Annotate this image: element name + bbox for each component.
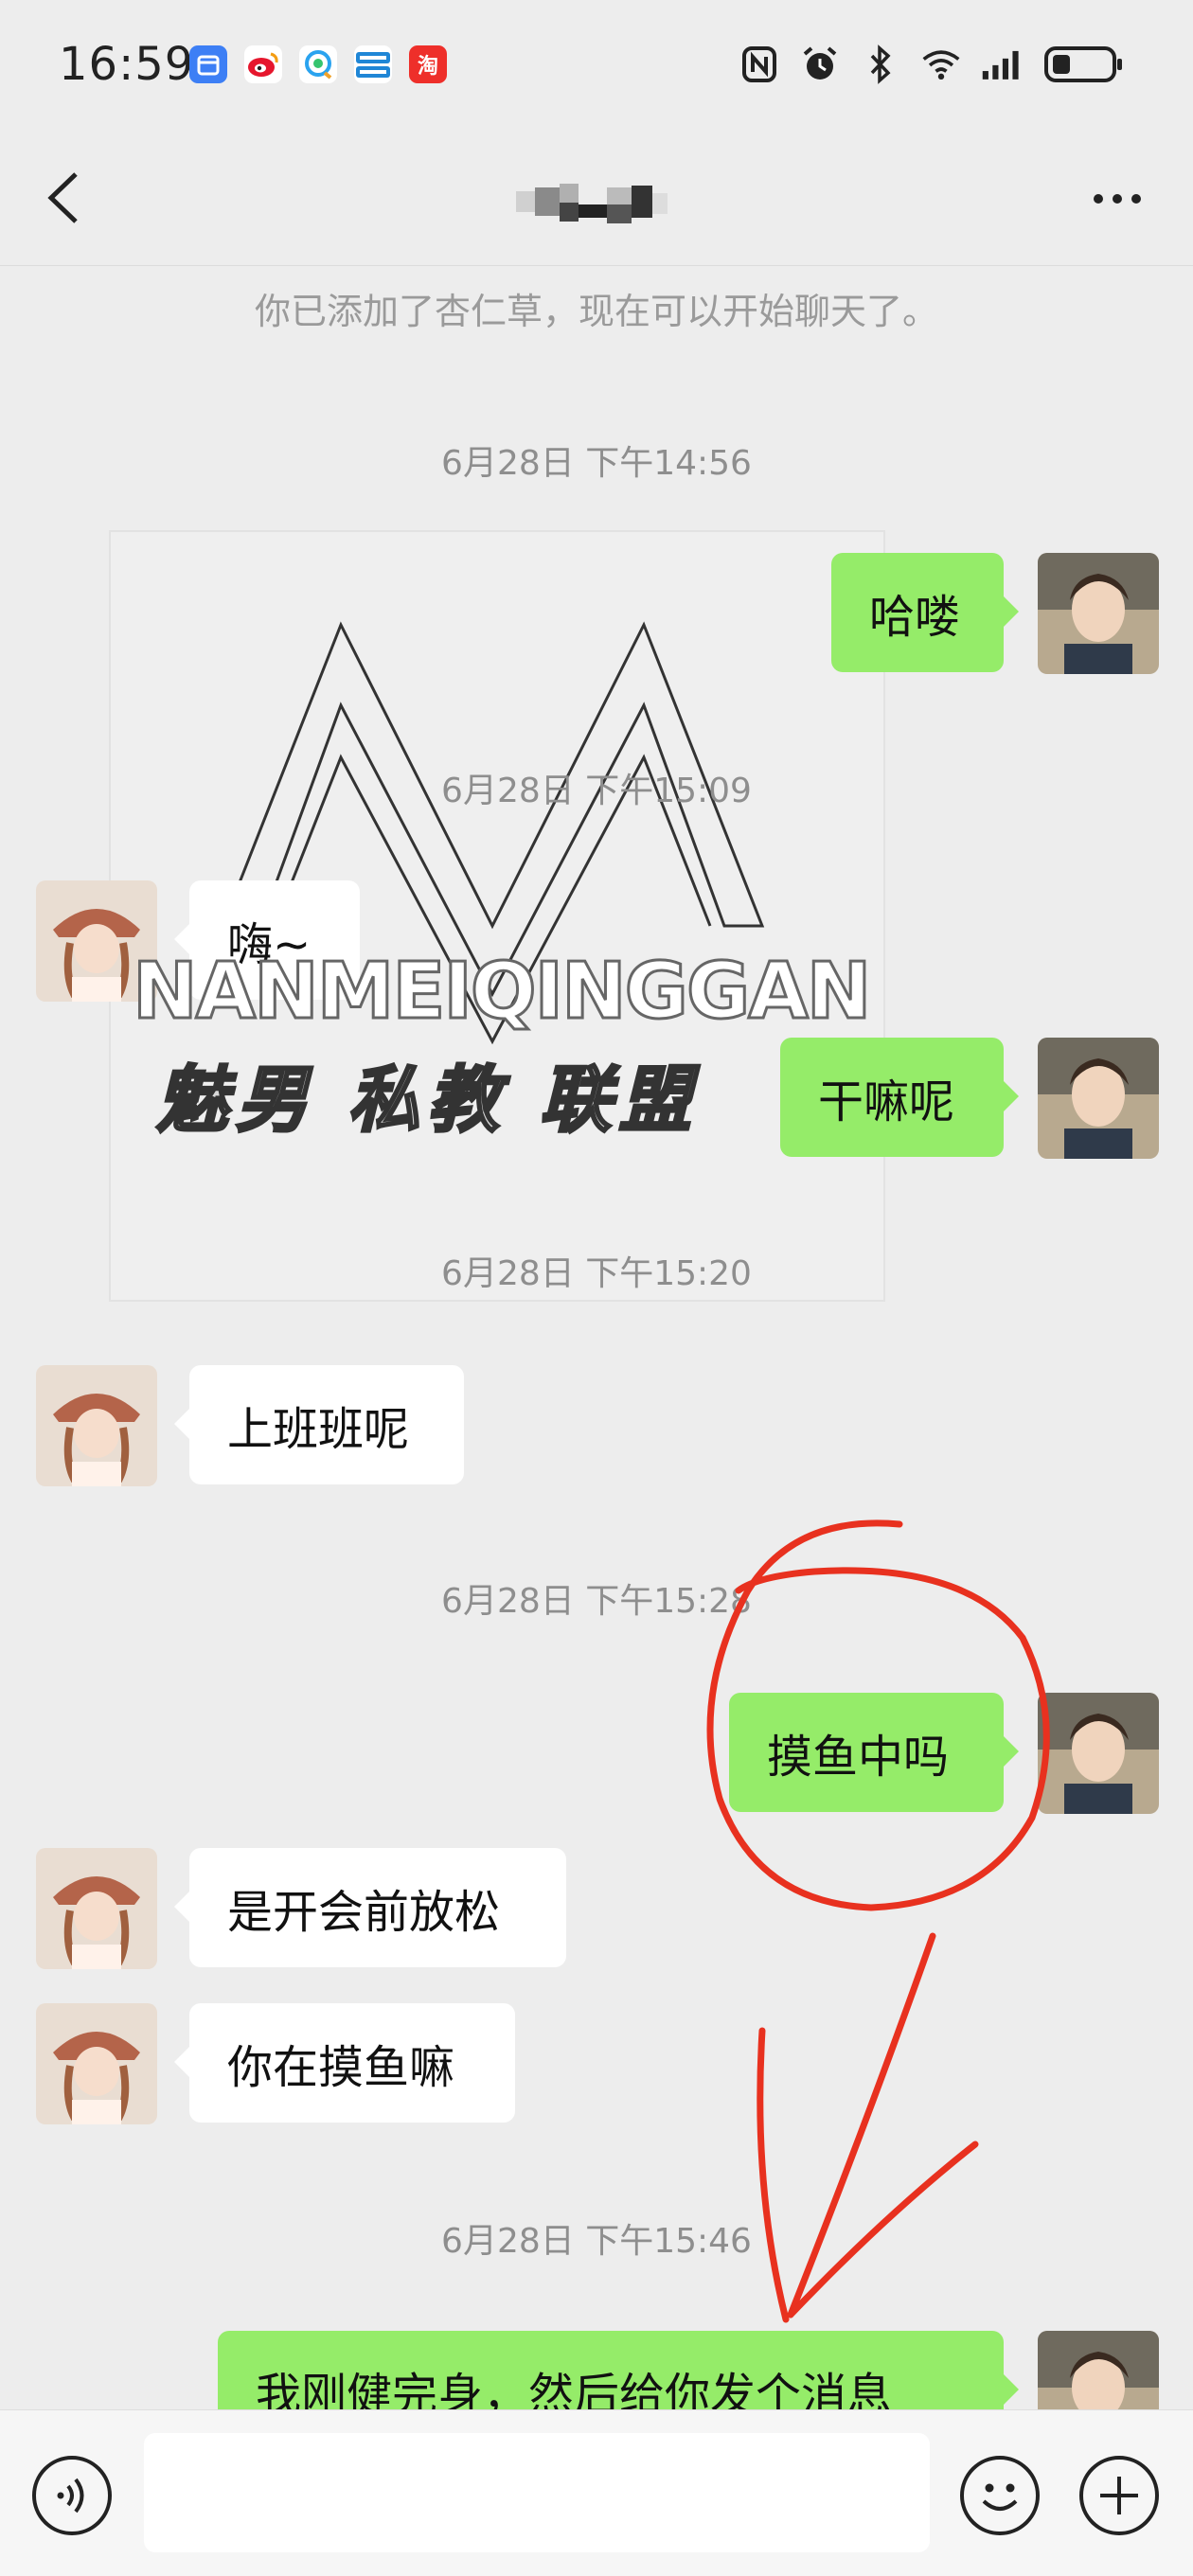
voice-icon [57,2478,84,2514]
my-avatar[interactable] [1038,1038,1159,1159]
timestamp: 6月28日 下午15:09 [441,772,752,810]
watermark-chinese: 魅男 私教 联盟 [155,1057,699,1144]
alarm-icon [799,44,841,85]
wifi-icon [920,44,962,85]
more-dot [1131,194,1141,204]
notification-icons: 淘 [189,45,447,83]
input-bar [0,2409,1193,2576]
battery-icon [1042,44,1127,85]
message-bubble-in[interactable]: 是开会前放松 [174,1848,566,1967]
timestamp: 6月28日 下午14:56 [441,444,752,483]
weibo-icon [244,45,282,83]
message-bubble-out[interactable]: 哈喽 [831,553,1019,672]
watermark-latin: NANMEIQINGGAN [131,946,872,1039]
bluetooth-icon [860,44,901,85]
emoji-button[interactable] [960,2456,1040,2535]
taobao-icon: 淘 [409,45,447,83]
system-notice: 你已添加了杏仁草，现在可以开始聊天了。 [254,291,938,332]
calendar-icon [189,45,227,83]
timestamp: 6月28日 下午15:28 [441,1582,752,1621]
system-icons [739,44,1127,85]
timestamp: 6月28日 下午15:46 [441,2222,752,2261]
chat-title-redacted [516,180,677,227]
qq-browser-icon [299,45,337,83]
emoji-icon [982,2483,1018,2511]
status-bar: 16:59 淘 [0,0,1193,133]
contact-avatar[interactable] [36,1848,157,1969]
plus-icon [1100,2477,1138,2514]
message-input[interactable] [144,2433,930,2552]
nfc-icon [739,44,780,85]
back-button[interactable] [38,165,95,231]
voice-button[interactable] [32,2456,112,2535]
more-button[interactable] [1079,170,1155,227]
my-avatar[interactable] [1038,1693,1159,1814]
more-dot [1113,194,1122,204]
chevron-left-icon [47,172,78,223]
contact-avatar[interactable] [36,2003,157,2124]
timestamp: 6月28日 下午15:20 [441,1254,752,1293]
taobao-label: 淘 [417,55,438,79]
message-bubble-in[interactable]: 上班班呢 [174,1365,464,1484]
more-dots-icon [1094,194,1103,204]
message-bubble-in[interactable]: 你在摸鱼嘛 [174,2003,515,2123]
my-avatar[interactable] [1038,553,1159,674]
message-bubble-out[interactable]: 摸鱼中吗 [729,1693,1019,1812]
plus-button[interactable] [1079,2456,1159,2535]
chat-header [0,133,1193,266]
news-app-icon [354,45,392,83]
signal-icon [981,44,1023,85]
status-time: 16:59 [59,38,195,91]
message-bubble-out[interactable]: 干嘛呢 [780,1038,1019,1157]
contact-avatar[interactable] [36,1365,157,1486]
